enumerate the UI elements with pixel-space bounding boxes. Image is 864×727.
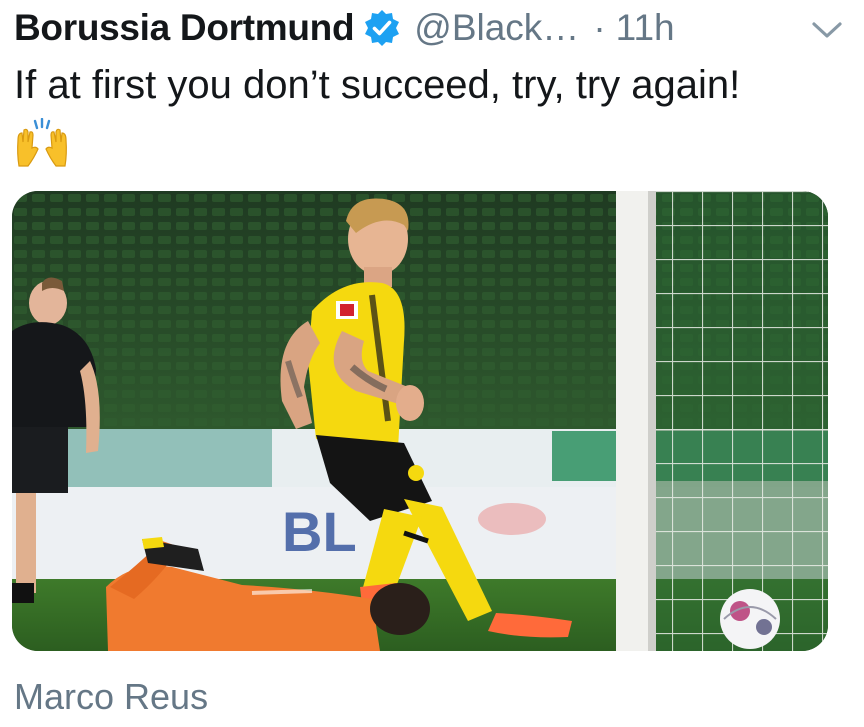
media-caption-name[interactable]: Marco Reus	[14, 676, 208, 718]
separator-dot: ·	[593, 7, 606, 48]
author-handle[interactable]: @Black…	[414, 7, 579, 49]
chevron-down-icon[interactable]	[810, 12, 844, 46]
author-name[interactable]: Borussia Dortmund	[14, 7, 355, 49]
raising-hands-emoji	[14, 117, 70, 170]
tweet-header: Borussia Dortmund @Black… · 11h	[14, 2, 844, 54]
tweet[interactable]: Borussia Dortmund @Black… · 11h If at fi…	[0, 0, 864, 727]
tweet-timestamp[interactable]: 11h	[616, 7, 675, 49]
verified-badge-icon	[362, 8, 402, 48]
svg-text:BL: BL	[282, 500, 357, 563]
tweet-media-photo[interactable]: BL	[12, 191, 828, 651]
tweet-text: If at first you don’t succeed, try, try …	[14, 63, 741, 107]
